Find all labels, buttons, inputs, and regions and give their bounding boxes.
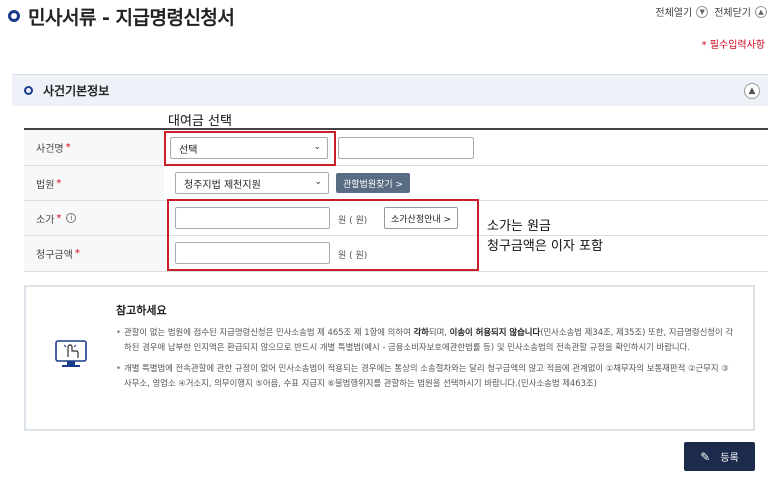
- claim-value-label-text: 소가: [36, 214, 55, 226]
- annotation-amount-hint-2: 청구금액은 이자 포함: [487, 239, 603, 254]
- touch-screen-icon: [55, 340, 87, 367]
- chevron-down-icon: ⌄: [314, 177, 322, 187]
- notice-box: 참고하세요 관할이 없는 법원에 접수된 지급명령신청은 민사소송법 제 465…: [24, 285, 755, 431]
- annotation-box-amounts: [167, 199, 479, 271]
- annotation-amount-hint-1: 소가는 원금: [487, 219, 551, 234]
- pencil-icon: ✎: [700, 449, 711, 464]
- page-title-row: 민사서류 - 지급명령신청서: [8, 2, 235, 30]
- info-icon[interactable]: i: [66, 213, 77, 223]
- submit-button[interactable]: ✎ 등록: [684, 442, 755, 471]
- court-selected: 청주지법 제천지원: [184, 179, 261, 191]
- notice-item1-text-a: 관할이 없는 법원에 접수된 지급명령신청은 민사소송법 제 465조 제 1항…: [124, 327, 414, 337]
- chevron-down-icon: ▼: [696, 5, 709, 18]
- form-row-case-name: 사건명 * 선택 ⌄: [24, 130, 768, 166]
- notice-list: 관할이 없는 법원에 접수된 지급명령신청은 민사소송법 제 465조 제 1항…: [116, 325, 736, 397]
- submit-label: 등록: [720, 453, 739, 464]
- case-name-detail-input[interactable]: [338, 137, 474, 159]
- expand-all-button[interactable]: 전체열기 ▼: [655, 4, 709, 19]
- chevron-up-icon: ▲: [755, 5, 767, 18]
- title-bullet-icon: [8, 10, 20, 22]
- section-bullet-icon: [24, 86, 33, 95]
- case-name-label-text: 사건명: [36, 144, 64, 155]
- notice-item: 개별 특별법에 전속관할에 관한 규정이 없어 민사소송법이 적용되는 경우에는…: [116, 361, 736, 391]
- claim-amount-label-text: 청구금액: [36, 250, 73, 261]
- claim-amount-label: 청구금액 *: [24, 236, 164, 271]
- required-mark: *: [56, 177, 62, 189]
- collapse-all-button[interactable]: 전체닫기 ▲: [714, 4, 767, 19]
- expand-all-label: 전체열기: [655, 8, 693, 19]
- court-label-text: 법원: [36, 179, 55, 191]
- annotation-box-case-name: [164, 131, 336, 166]
- notice-item1-bold-d: 이송이 허용되지 않습니다: [449, 327, 541, 337]
- form-row-court: 법원 * 청주지법 제천지원 ⌄ 관할법원찾기 >: [24, 166, 768, 201]
- find-court-button[interactable]: 관할법원찾기 >: [336, 173, 411, 193]
- court-cell: 청주지법 제천지원 ⌄ 관할법원찾기 >: [164, 166, 768, 200]
- claim-value-label: 소가 * i: [24, 201, 164, 235]
- case-name-label: 사건명 *: [24, 130, 164, 165]
- page-title: 민사서류 - 지급명령신청서: [28, 6, 235, 29]
- required-mark: *: [65, 142, 71, 153]
- section-header: 사건기본정보 ▲: [12, 74, 768, 106]
- section-title: 사건기본정보: [43, 84, 110, 98]
- annotation-select-hint: 대여금 선택: [168, 114, 232, 129]
- collapse-all-label: 전체닫기: [714, 8, 751, 19]
- required-mark: *: [56, 212, 62, 224]
- notice-item1-bold-a: 각하: [413, 327, 429, 337]
- court-select[interactable]: 청주지법 제천지원 ⌄: [175, 172, 329, 194]
- section-collapse-button[interactable]: ▲: [744, 83, 760, 99]
- notice-item1-text-c: 되며,: [428, 327, 450, 337]
- notice-title: 참고하세요: [116, 304, 167, 317]
- required-note: * 필수입력사항: [701, 40, 765, 51]
- court-label: 법원 *: [24, 166, 164, 200]
- notice-item: 관할이 없는 법원에 접수된 지급명령신청은 민사소송법 제 465조 제 1항…: [116, 325, 736, 355]
- required-mark: *: [74, 248, 80, 259]
- section-toggles: 전체열기 ▼ 전체닫기 ▲: [649, 4, 767, 19]
- notice-item2-text: 개별 특별법에 전속관할에 관한 규정이 없어 민사소송법이 적용되는 경우에는…: [124, 363, 729, 388]
